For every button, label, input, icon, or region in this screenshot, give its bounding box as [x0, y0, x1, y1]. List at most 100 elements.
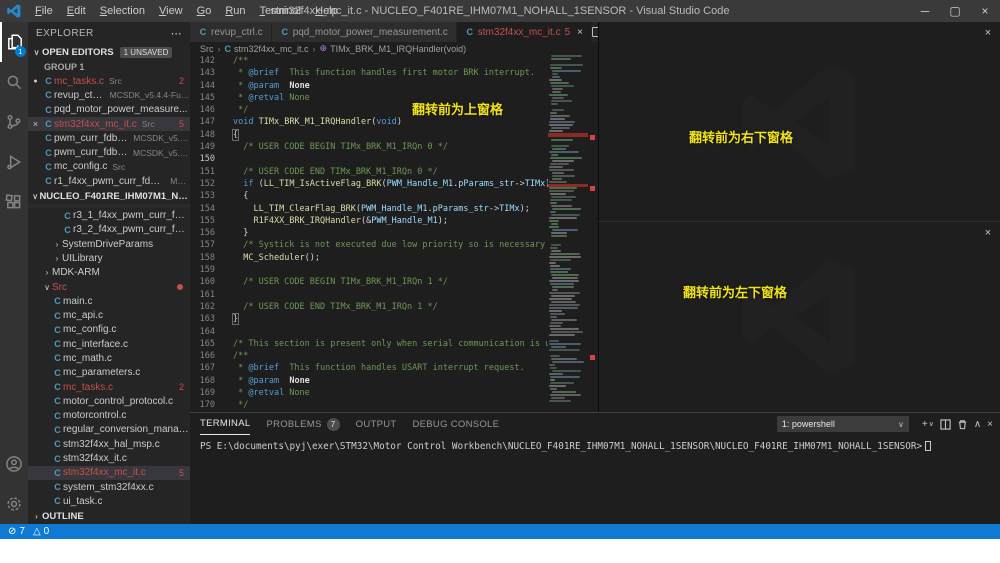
file-name: mc_math.c	[63, 353, 112, 364]
menu-view[interactable]: View	[152, 2, 190, 20]
tree-item[interactable]: Cstm32f4xx_mc_it.c5	[28, 466, 190, 480]
tree-item[interactable]: Cmc_tasks.c2	[28, 380, 190, 394]
menu-go[interactable]: Go	[190, 2, 219, 20]
tree-item[interactable]: Cregular_conversion_manager.c	[28, 423, 190, 437]
maximize-panel-icon[interactable]: ∧	[974, 419, 981, 430]
source-control-icon[interactable]	[0, 102, 28, 142]
maximize-button[interactable]: ▢	[940, 0, 970, 22]
file-description: MCSDK_v5.4...	[133, 148, 190, 158]
chevron-right-icon: ›	[52, 240, 62, 249]
line-number: 146	[190, 104, 215, 116]
tree-item[interactable]: Cr3_1_f4xx_pwm_curr_fdbk.c	[28, 208, 190, 222]
minimize-button[interactable]: ─	[910, 0, 940, 22]
kill-terminal-icon[interactable]	[957, 419, 968, 430]
tree-item[interactable]: ›MDK-ARM	[28, 266, 190, 280]
breadcrumb-folder[interactable]: Src	[200, 44, 214, 54]
minimap[interactable]	[548, 55, 588, 412]
open-editor-item[interactable]: ×Cstm32f4xx_mc_it.cSrc5	[28, 117, 190, 131]
run-debug-icon[interactable]	[0, 142, 28, 182]
menu-run[interactable]: Run	[218, 2, 252, 20]
open-editor-item[interactable]: Cpwm_curr_fdbk.cMCSDK_v5.4...	[28, 145, 190, 159]
close-button[interactable]: ×	[970, 0, 1000, 22]
breadcrumb-file[interactable]: stm32f4xx_mc_it.c	[234, 44, 309, 54]
tree-item[interactable]: Cstm32f4xx_it.c	[28, 451, 190, 465]
vscode-watermark-icon	[740, 257, 860, 377]
tree-item[interactable]: Cr3_2_f4xx_pwm_curr_fdbk.c	[28, 223, 190, 237]
line-number: 143	[190, 67, 215, 79]
explorer-sidebar: EXPLORER ⋯ ∨ OPEN EDITORS 1 UNSAVED GROU…	[28, 22, 190, 524]
menu-terminal[interactable]: Terminal	[253, 2, 309, 20]
file-name: mc_api.c	[63, 310, 103, 321]
line-number: 142	[190, 55, 215, 67]
close-tab-icon[interactable]: ×	[577, 27, 583, 38]
breadcrumb[interactable]: Src › C stm32f4xx_mc_it.c › ⊕ TIMx_BRK_M…	[190, 42, 598, 55]
tab-stm32f4xx_mc_it.c[interactable]: Cstm32f4xx_mc_it.c5×	[457, 22, 592, 42]
chevron-down-icon: ∨	[898, 420, 904, 429]
tree-item[interactable]: Cmc_math.c	[28, 351, 190, 365]
panel-tab-problems[interactable]: PROBLEMS7	[266, 413, 339, 435]
new-terminal-icon[interactable]: +	[922, 419, 928, 430]
file-name: r3_2_f4xx_pwm_curr_fdbk.c	[73, 224, 190, 235]
tree-item[interactable]: Cui_task.c	[28, 494, 190, 508]
activity-bar: 1	[0, 22, 28, 524]
tree-item[interactable]: Csystem_stm32f4xx.c	[28, 480, 190, 494]
tree-item[interactable]: Cmotor_control_protocol.c	[28, 394, 190, 408]
tree-item[interactable]: ›UILibrary	[28, 251, 190, 265]
panel-tab-terminal[interactable]: TERMINAL	[200, 413, 250, 435]
panel-tab-debug-console[interactable]: DEBUG CONSOLE	[413, 413, 500, 435]
panel-tab-output[interactable]: OUTPUT	[356, 413, 397, 435]
line-number: 153	[190, 190, 215, 202]
tree-item[interactable]: ›SystemDriveParams	[28, 237, 190, 251]
split-terminal-icon[interactable]	[940, 419, 951, 430]
tree-item[interactable]: Cmain.c	[28, 294, 190, 308]
tree-item[interactable]: Cmc_parameters.c	[28, 366, 190, 380]
close-pane-icon[interactable]: ×	[985, 27, 991, 39]
line-number: 162	[190, 301, 215, 313]
menu-file[interactable]: File	[28, 2, 60, 20]
outline-section[interactable]: › OUTLINE	[28, 509, 190, 524]
open-editor-item[interactable]: Crevup_ctrl.cMCSDK_v5.4.4-Full...	[28, 88, 190, 102]
menu-selection[interactable]: Selection	[93, 2, 152, 20]
close-panel-icon[interactable]: ×	[987, 419, 993, 430]
account-icon[interactable]	[0, 444, 28, 484]
open-editor-item[interactable]: Cpwm_curr_fdbk.hMCSDK_v5.4...	[28, 131, 190, 145]
search-icon[interactable]	[0, 62, 28, 102]
workspace-folder-section[interactable]: ∨ NUCLEO_F401RE_IHM07M1_NOHALL_1S...	[28, 188, 190, 204]
tree-item[interactable]: Cmc_interface.c	[28, 337, 190, 351]
breadcrumb-symbol[interactable]: TIMx_BRK_M1_IRQHandler(void)	[330, 44, 466, 54]
close-pane-icon[interactable]: ×	[985, 227, 991, 239]
c-file-icon: C	[62, 225, 73, 235]
open-editors-list: ●Cmc_tasks.cSrc2Crevup_ctrl.cMCSDK_v5.4.…	[28, 74, 190, 188]
close-icon[interactable]: ×	[28, 119, 43, 129]
code-line: 147void TIMx_BRK_M1_IRQHandler(void)	[190, 116, 548, 128]
line-number: 149	[190, 141, 215, 153]
menu-edit[interactable]: Edit	[60, 2, 93, 20]
tree-item[interactable]: Cmc_config.c	[28, 323, 190, 337]
explorer-icon[interactable]: 1	[0, 22, 28, 62]
menu-help[interactable]: Help	[308, 2, 345, 20]
tab-label: pqd_motor_power_measurement.c	[293, 27, 448, 38]
open-editor-item[interactable]: Cr1_f4xx_pwm_curr_fdbk.cMC...	[28, 174, 190, 188]
tree-item[interactable]: Cmc_api.c	[28, 308, 190, 322]
c-file-icon: C	[43, 162, 54, 172]
terminal-prompt[interactable]: PS E:\documents\pyj\exer\STM32\Motor Con…	[200, 441, 931, 452]
extensions-icon[interactable]	[0, 182, 28, 222]
explorer-more-actions-icon[interactable]: ⋯	[171, 27, 182, 40]
terminal-shell-select[interactable]: 1: powershell ∨	[777, 416, 909, 432]
chevron-down-icon[interactable]: ∨	[929, 420, 934, 428]
file-name: pwm_curr_fdbk.c	[54, 147, 128, 158]
open-editors-section[interactable]: ∨ OPEN EDITORS 1 UNSAVED	[28, 44, 190, 60]
tree-item[interactable]: Cstm32f4xx_hal_msp.c	[28, 437, 190, 451]
open-editor-item[interactable]: Cpqd_motor_power_measure...	[28, 103, 190, 117]
settings-gear-icon[interactable]	[0, 484, 28, 524]
file-name: pwm_curr_fdbk.h	[54, 133, 128, 144]
open-editor-item[interactable]: ●Cmc_tasks.cSrc2	[28, 74, 190, 88]
tree-item[interactable]: Cmotorcontrol.c	[28, 409, 190, 423]
open-editor-item[interactable]: Cmc_config.cSrc	[28, 160, 190, 174]
tab-revup_ctrl.c[interactable]: Crevup_ctrl.c	[190, 22, 272, 42]
problems-status[interactable]: ⊘ 7	[8, 526, 25, 537]
overview-ruler[interactable]	[588, 55, 598, 412]
warnings-status[interactable]: △ 0	[33, 526, 49, 537]
tree-item[interactable]: ∨Src	[28, 280, 190, 294]
tab-pqd_motor_power_measurement.c[interactable]: Cpqd_motor_power_measurement.c	[272, 22, 457, 42]
